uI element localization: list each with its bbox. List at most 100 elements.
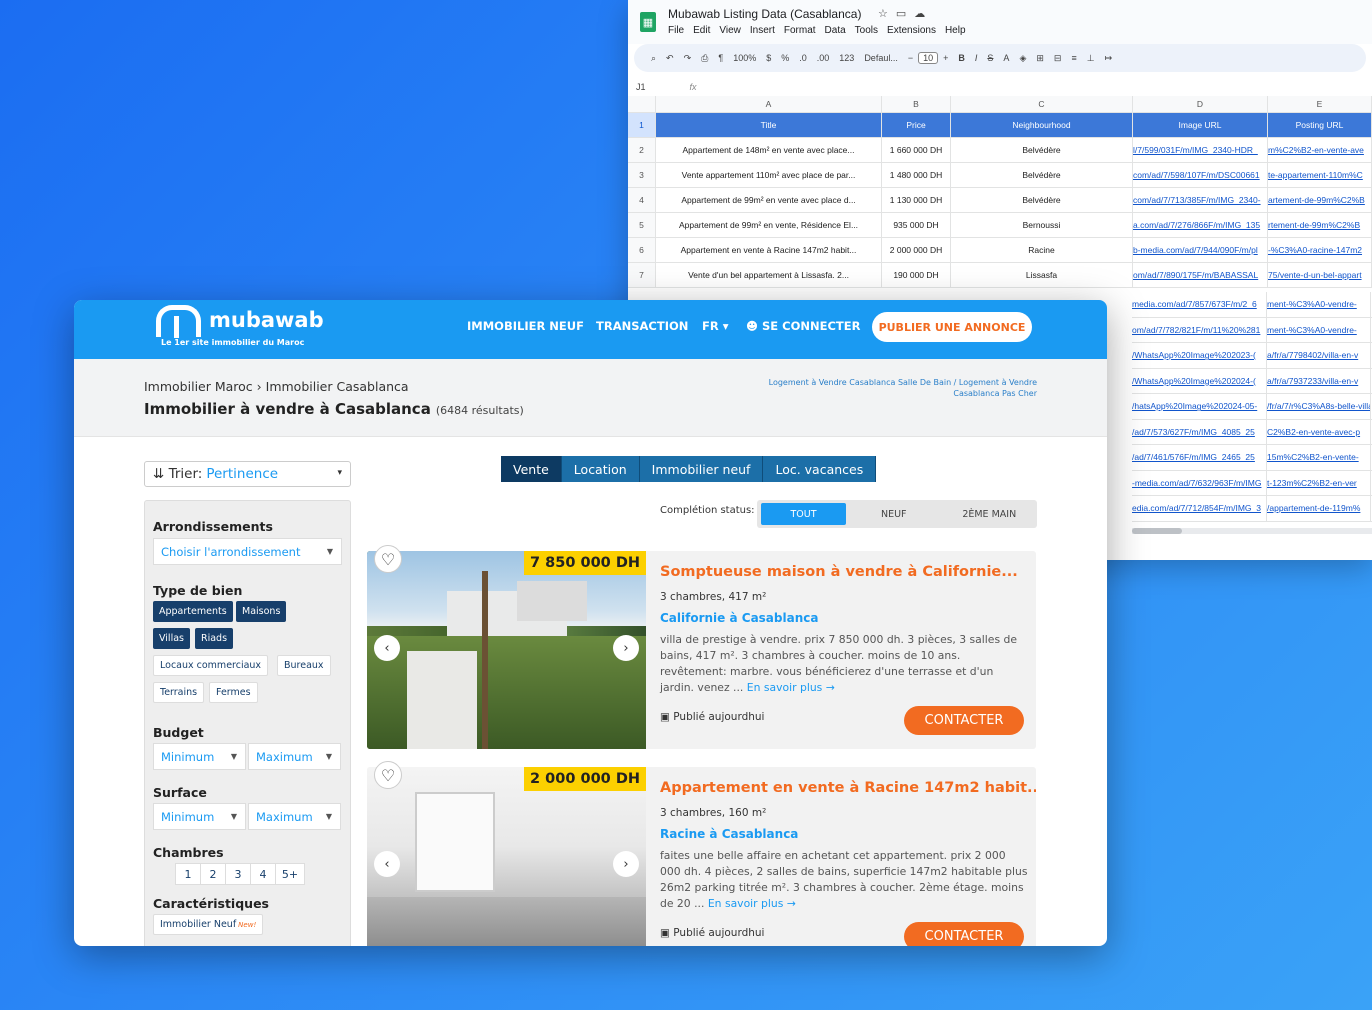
- posting-url-cell[interactable]: -%C3%A0-racine-147m2: [1268, 238, 1372, 262]
- read-more-link[interactable]: En savoir plus →: [708, 897, 796, 910]
- image-url-cell[interactable]: b-media.com/ad/7/944/090F/m/pl: [1133, 238, 1268, 262]
- menu-insert[interactable]: Insert: [750, 25, 775, 36]
- posting-url-cell[interactable]: te-appartement-110m%C: [1268, 163, 1372, 187]
- property-type-tag[interactable]: Terrains: [153, 682, 205, 703]
- property-type-tag[interactable]: Locaux commerciaux: [153, 655, 269, 676]
- sort-select[interactable]: ⇊ Trier: Pertinence ▾: [144, 461, 351, 487]
- header-cell[interactable]: Posting URL: [1268, 113, 1372, 137]
- italic-button[interactable]: I: [970, 53, 983, 63]
- chevron-right-icon[interactable]: ›: [613, 635, 639, 661]
- posting-url-cell[interactable]: rtement-de-99m%C2%B: [1268, 213, 1372, 237]
- neighbourhood-cell[interactable]: Belvédère: [951, 163, 1133, 187]
- chevron-left-icon[interactable]: ‹: [374, 635, 400, 661]
- menu-tools[interactable]: Tools: [855, 25, 878, 36]
- mubawab-logo-icon[interactable]: [156, 305, 201, 338]
- image-url-cell[interactable]: a.com/ad/7/276/866F/m/IMG_135: [1133, 213, 1268, 237]
- star-folder-cloud-icons[interactable]: ☆▭☁: [878, 7, 933, 20]
- listing-title[interactable]: Somptueuse maison à vendre à Californie.…: [660, 564, 1018, 580]
- posting-url-cell[interactable]: artement-de-99m%C2%B: [1268, 188, 1372, 212]
- neighbourhood-cell[interactable]: Racine: [951, 238, 1133, 262]
- image-url-cell[interactable]: edia.com/ad/7/712/854F/m/IMG_3: [1132, 496, 1267, 521]
- image-url-cell[interactable]: l/7/599/031F/m/IMG_2340-HDR_: [1133, 138, 1268, 162]
- posting-url-cell[interactable]: 75/vente-d-un-bel-appart: [1268, 263, 1372, 287]
- carac-immobilier-neuf[interactable]: Immobilier Neuf New!: [153, 914, 264, 935]
- font-size-input[interactable]: 10: [918, 52, 939, 64]
- neighbourhood-cell[interactable]: Belvédère: [951, 138, 1133, 162]
- percent-button[interactable]: %: [776, 53, 794, 63]
- chambres-option[interactable]: 2: [201, 864, 226, 884]
- seo-links[interactable]: Logement à Vendre Casablanca Salle De Ba…: [737, 377, 1037, 399]
- paint-format-icon[interactable]: ¶: [713, 53, 728, 63]
- image-url-cell[interactable]: om/ad/7/890/175F/m/BABASSAL: [1133, 263, 1268, 287]
- completion-2eme-main[interactable]: 2ÈME MAIN: [942, 509, 1038, 520]
- row-number[interactable]: 2: [628, 138, 656, 162]
- image-url-cell[interactable]: com/ad/7/598/107F/m/DSC00661: [1133, 163, 1268, 187]
- row-number[interactable]: 5: [628, 213, 656, 237]
- completion-tout[interactable]: TOUT: [761, 503, 846, 525]
- select-all-corner[interactable]: [628, 96, 656, 112]
- chambres-option[interactable]: 5+: [276, 864, 304, 884]
- column-letter[interactable]: E: [1268, 96, 1372, 112]
- image-url-cell[interactable]: /WhatsApp%20Image%202024-(: [1132, 368, 1267, 393]
- publish-listing-button[interactable]: PUBLIER UNE ANNONCE: [872, 312, 1032, 342]
- listing-photo[interactable]: 2 000 000 DH ‹ ›: [367, 767, 646, 946]
- heart-icon[interactable]: ♡: [374, 545, 402, 573]
- search-icon[interactable]: ⌕: [646, 53, 661, 64]
- header-cell[interactable]: Image URL: [1133, 113, 1268, 137]
- strikethrough-button[interactable]: S: [982, 53, 998, 63]
- listing-location[interactable]: Californie à Casablanca: [660, 611, 818, 625]
- title-cell[interactable]: Appartement de 99m² en vente, Résidence …: [656, 213, 882, 237]
- title-cell[interactable]: Appartement de 99m² en vente avec place …: [656, 188, 882, 212]
- image-url-cell[interactable]: /ad/7/461/576F/m/IMG_2465_25: [1132, 445, 1267, 470]
- login-link[interactable]: ☻ SE CONNECTER: [746, 319, 860, 333]
- chambres-option[interactable]: 4: [251, 864, 276, 884]
- posting-url-cell[interactable]: ment-%C3%A0-vendre-: [1267, 317, 1371, 342]
- posting-url-cell[interactable]: t-123m%C2%B2-en-ver: [1267, 470, 1371, 495]
- sheet-title[interactable]: Mubawab Listing Data (Casablanca): [668, 7, 861, 21]
- property-type-tag[interactable]: Appartements: [153, 601, 233, 622]
- bold-button[interactable]: B: [953, 53, 970, 63]
- posting-url-cell[interactable]: /appartement-de-119m%: [1267, 496, 1371, 521]
- nav-immobilier-neuf[interactable]: IMMOBILIER NEUF: [467, 319, 584, 333]
- chambres-option[interactable]: 1: [176, 864, 201, 884]
- row-number[interactable]: 4: [628, 188, 656, 212]
- undo-icon[interactable]: ↶: [661, 53, 679, 64]
- posting-url-cell[interactable]: 15m%C2%B2-en-vente-: [1267, 445, 1371, 470]
- posting-url-cell[interactable]: m%C2%B2-en-vente-ave: [1268, 138, 1372, 162]
- listing-title[interactable]: Appartement en vente à Racine 147m2 habi…: [660, 780, 1036, 796]
- budget-min-select[interactable]: Minimum ▼: [153, 743, 246, 770]
- surface-min-select[interactable]: Minimum ▼: [153, 803, 246, 830]
- property-type-tag[interactable]: Fermes: [209, 682, 258, 703]
- neighbourhood-cell[interactable]: Lissasfa: [951, 263, 1133, 287]
- posting-url-cell[interactable]: /fr/a/7/r%C3%A8s-belle-villa: [1267, 394, 1371, 419]
- header-cell[interactable]: Price: [882, 113, 951, 137]
- menu-data[interactable]: Data: [825, 25, 846, 36]
- align-icon[interactable]: ≡: [1066, 53, 1081, 63]
- menu-file[interactable]: File: [668, 25, 684, 36]
- column-letter[interactable]: B: [882, 96, 951, 112]
- row-number[interactable]: 1: [628, 113, 656, 137]
- image-url-cell[interactable]: /hatsApp%20Image%202024-05-: [1132, 394, 1267, 419]
- redo-icon[interactable]: ↷: [679, 53, 697, 64]
- listing-card[interactable]: 2 000 000 DH ‹ › Appartement en vente à …: [367, 767, 1036, 946]
- title-cell[interactable]: Appartement de 148m² en vente avec place…: [656, 138, 882, 162]
- font-size-decrease-icon[interactable]: −: [903, 53, 918, 63]
- tab-loc-vacances[interactable]: Loc. vacances: [763, 456, 877, 482]
- title-cell[interactable]: Appartement en vente à Racine 147m2 habi…: [656, 238, 882, 262]
- valign-icon[interactable]: ⊥: [1082, 53, 1100, 64]
- price-cell[interactable]: 1 130 000 DH: [882, 188, 951, 212]
- surface-max-select[interactable]: Maximum ▼: [248, 803, 341, 830]
- column-letter[interactable]: D: [1133, 96, 1268, 112]
- image-url-cell[interactable]: -media.com/ad/7/632/963F/m/IMG: [1132, 470, 1267, 495]
- chevron-left-icon[interactable]: ‹: [374, 851, 400, 877]
- image-url-cell[interactable]: media.com/ad/7/857/673F/m/2_6: [1132, 292, 1267, 317]
- price-cell[interactable]: 190 000 DH: [882, 263, 951, 287]
- price-cell[interactable]: 2 000 000 DH: [882, 238, 951, 262]
- posting-url-cell[interactable]: C2%B2-en-vente-avec-p: [1267, 419, 1371, 444]
- contact-button[interactable]: CONTACTER: [904, 706, 1024, 735]
- breadcrumb-maroc[interactable]: Immobilier Maroc: [144, 379, 253, 394]
- print-icon[interactable]: ⎙: [696, 53, 713, 64]
- column-letter[interactable]: C: [951, 96, 1133, 112]
- read-more-link[interactable]: En savoir plus →: [747, 681, 835, 694]
- price-cell[interactable]: 1 480 000 DH: [882, 163, 951, 187]
